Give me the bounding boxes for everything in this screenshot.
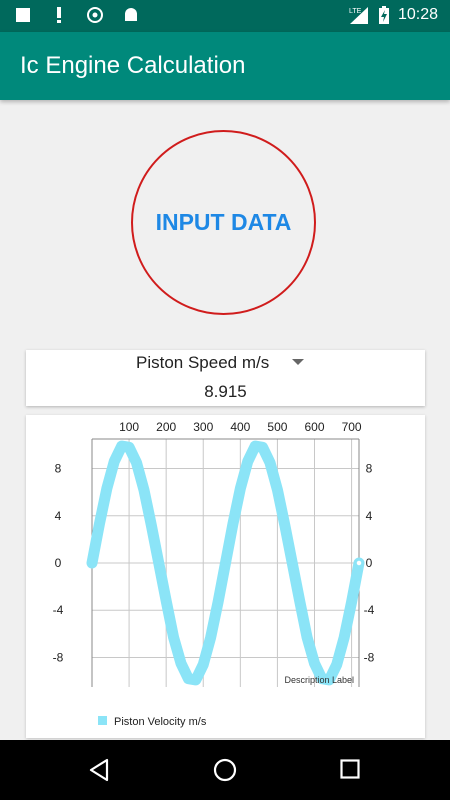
- y-tick-label-right: -4: [364, 603, 375, 617]
- data-point: [230, 522, 235, 527]
- input-data-label: INPUT DATA: [155, 209, 292, 235]
- data-point: [282, 523, 287, 528]
- data-point: [223, 561, 228, 565]
- android-icon: [125, 8, 137, 21]
- data-point: [334, 662, 339, 667]
- data-point: [305, 635, 310, 640]
- data-point: [290, 561, 295, 565]
- description-label: Description Label: [284, 675, 354, 685]
- lte-signal-icon: LTE: [349, 7, 368, 24]
- battery-charging-icon: [378, 6, 389, 24]
- data-point: [134, 460, 139, 465]
- home-icon[interactable]: [213, 758, 237, 782]
- data-point: [268, 460, 272, 465]
- navigation-bar: [0, 740, 450, 800]
- y-tick-label-right: 4: [366, 509, 373, 523]
- x-tick-label: 300: [193, 420, 213, 434]
- status-bar: LTE 10:28: [0, 0, 450, 32]
- x-tick-label: 400: [230, 420, 250, 434]
- end-point-marker: [355, 559, 363, 567]
- data-point: [119, 444, 124, 449]
- y-tick-label-left: 0: [55, 556, 62, 570]
- y-tick-label-left: -8: [53, 650, 64, 664]
- back-icon[interactable]: [88, 758, 110, 782]
- y-tick-label-right: 0: [366, 556, 373, 570]
- square-notification-icon: [16, 8, 30, 22]
- legend-label: Piston Velocity m/s: [114, 716, 207, 728]
- quantity-spinner[interactable]: Piston Speed m/s: [26, 350, 425, 376]
- legend-swatch: [98, 716, 107, 725]
- data-point: [193, 677, 198, 682]
- data-point: [104, 486, 109, 491]
- y-tick-label-right: 8: [366, 462, 373, 476]
- data-point: [141, 487, 146, 492]
- y-tick-label-left: -4: [53, 603, 64, 617]
- data-point: [127, 445, 132, 450]
- data-point: [275, 487, 280, 492]
- input-data-button[interactable]: INPUT DATA: [131, 130, 316, 315]
- data-point: [201, 662, 206, 667]
- data-point: [312, 661, 317, 666]
- data-point: [238, 486, 243, 491]
- data-point: [97, 522, 102, 527]
- data-point: [112, 459, 117, 464]
- y-tick-label-left: 4: [55, 509, 62, 523]
- data-point: [149, 523, 154, 528]
- data-point: [297, 598, 302, 603]
- data-point: [164, 598, 169, 603]
- x-tick-label: 500: [267, 420, 287, 434]
- piston-velocity-chart[interactable]: 100 200 300 400 500 600 7008 84 40 0-4 -4-8 -8Descr…: [26, 415, 425, 738]
- data-point: [349, 599, 354, 604]
- data-point: [90, 561, 94, 565]
- data-point: [156, 561, 161, 565]
- recents-icon[interactable]: [340, 759, 360, 779]
- data-point: [260, 445, 265, 450]
- result-value: 8.915: [204, 382, 247, 401]
- y-tick-label-right: -8: [364, 650, 375, 664]
- data-point: [253, 444, 258, 449]
- data-point: [208, 635, 213, 640]
- x-tick-label: 100: [119, 420, 139, 434]
- y-tick-label-left: 8: [55, 462, 62, 476]
- data-point: [245, 459, 250, 464]
- result-card: Piston Speed m/s 8.915: [26, 350, 425, 406]
- exclamation-icon: [57, 7, 61, 23]
- x-tick-label: 600: [304, 420, 324, 434]
- dropdown-arrow-icon[interactable]: [292, 359, 304, 365]
- cast-icon: [87, 7, 103, 23]
- app-title: Ic Engine Calculation: [20, 52, 246, 79]
- data-point: [171, 635, 176, 640]
- spinner-selected-label: Piston Speed m/s: [136, 353, 270, 372]
- clock: 10:28: [397, 6, 438, 23]
- data-point: [342, 635, 347, 640]
- svg-text:LTE: LTE: [349, 8, 362, 15]
- x-tick-label: 700: [342, 420, 362, 434]
- data-point: [216, 599, 221, 604]
- app-bar: Ic Engine Calculation: [0, 32, 450, 100]
- data-point: [186, 676, 191, 681]
- chart-card: 100 200 300 400 500 600 700 8 8 4 4 0 0 -4 -4 -8 -8 Descr…: [26, 415, 425, 738]
- data-point: [179, 661, 183, 666]
- x-tick-label: 200: [156, 420, 176, 434]
